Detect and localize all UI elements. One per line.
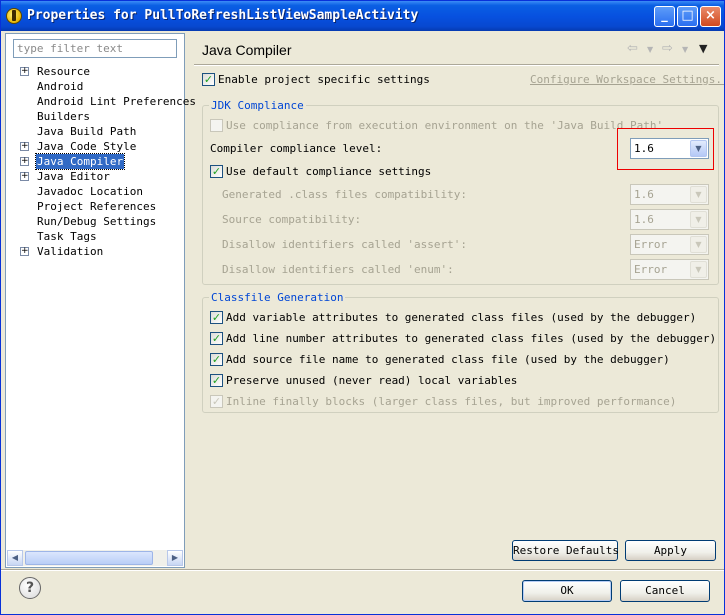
- generated-compat-label: Generated .class files compatibility:: [222, 188, 468, 201]
- properties-window: Properties for PullToRefreshListViewSamp…: [0, 0, 725, 615]
- classfile-option-label: Add source file name to generated class …: [226, 353, 670, 366]
- scroll-right-icon[interactable]: ▶: [167, 550, 183, 566]
- use-default-compliance-checkbox[interactable]: ✓: [210, 165, 223, 178]
- chevron-down-icon: ▼: [690, 236, 707, 253]
- sidebar-item-label: Validation: [37, 245, 104, 258]
- help-icon[interactable]: ?: [19, 577, 41, 599]
- use-default-compliance-label: Use default compliance settings: [226, 165, 432, 178]
- filter-input[interactable]: [13, 39, 177, 58]
- sidebar-item-label: Android: [37, 80, 84, 93]
- classfile-generation-title: Classfile Generation: [209, 291, 346, 304]
- back-arrow-icon[interactable]: ⇦: [627, 41, 638, 56]
- preferences-tree-panel: + Resource Android Android Lint Preferences…: [5, 33, 196, 568]
- expand-icon[interactable]: +: [20, 172, 29, 181]
- sidebar-item-label: Java Code Style: [37, 140, 137, 153]
- sidebar-item-label: Project References: [37, 200, 157, 213]
- forward-arrow-icon[interactable]: ⇨: [662, 41, 673, 56]
- page-title: Java Compiler: [202, 42, 292, 58]
- classfile-option-checkbox[interactable]: ✓: [210, 353, 223, 366]
- close-button[interactable]: ×: [700, 6, 721, 27]
- source-compat-select: 1.6 ▼: [630, 209, 709, 230]
- assert-select: Error ▼: [630, 234, 709, 255]
- sidebar-item-label: Android Lint Preferences: [37, 95, 196, 108]
- ok-button[interactable]: OK: [522, 580, 612, 602]
- expand-icon[interactable]: +: [20, 142, 29, 151]
- generated-compat-value: 1.6: [634, 188, 654, 201]
- classfile-option-checkbox[interactable]: ✓: [210, 332, 223, 345]
- classfile-option-checkbox[interactable]: ✓: [210, 311, 223, 324]
- enum-select: Error ▼: [630, 259, 709, 280]
- expand-icon[interactable]: +: [20, 247, 29, 256]
- classfile-option-label: Inline finally blocks (larger class file…: [226, 395, 677, 408]
- highlight-box: [617, 128, 714, 170]
- use-execution-env-checkbox: [210, 119, 223, 132]
- apply-button[interactable]: Apply: [625, 540, 716, 561]
- scrollbar-thumb[interactable]: [25, 551, 153, 565]
- assert-label: Disallow identifiers called 'assert':: [222, 238, 468, 251]
- horizontal-scrollbar[interactable]: ◀ ▶: [7, 550, 183, 566]
- maximize-button[interactable]: □: [677, 6, 698, 27]
- classfile-option-checkbox: ✓: [210, 395, 223, 408]
- eclipse-app-icon: [6, 8, 22, 24]
- classfile-option-label: Add line number attributes to generated …: [226, 332, 717, 345]
- assert-value: Error: [634, 238, 668, 251]
- chevron-down-icon: ▼: [690, 211, 707, 228]
- footer-separator: [1, 569, 724, 571]
- sidebar-item-label: Run/Debug Settings: [37, 215, 157, 228]
- sidebar-item-label: Java Editor: [37, 170, 110, 183]
- sidebar-item-label: Builders: [37, 110, 90, 123]
- sidebar-item-label: Java Build Path: [37, 125, 137, 138]
- classfile-option-label: Preserve unused (never read) local varia…: [226, 374, 518, 387]
- classfile-option-checkbox[interactable]: ✓: [210, 374, 223, 387]
- title-separator: [194, 64, 719, 66]
- compliance-level-label: Compiler compliance level:: [210, 142, 383, 155]
- window-title: Properties for PullToRefreshListViewSamp…: [27, 8, 419, 23]
- expand-icon[interactable]: +: [20, 67, 29, 76]
- enum-label: Disallow identifiers called 'enum':: [222, 263, 454, 276]
- title-bar[interactable]: Properties for PullToRefreshListViewSamp…: [1, 1, 724, 31]
- generated-compat-select: 1.6 ▼: [630, 184, 709, 205]
- sidebar-item-label: Java Compiler: [34, 153, 126, 170]
- source-compat-label: Source compatibility:: [222, 213, 362, 226]
- enable-project-specific-label: Enable project specific settings: [218, 73, 430, 86]
- back-dropdown-icon[interactable]: ▼: [647, 45, 653, 54]
- minimize-button[interactable]: _: [654, 6, 675, 27]
- enable-project-specific-checkbox[interactable]: ✓: [202, 73, 215, 86]
- sidebar-item-label: Resource: [37, 65, 90, 78]
- jdk-compliance-title: JDK Compliance: [209, 99, 306, 112]
- use-execution-env-label: Use compliance from execution environmen…: [226, 119, 664, 132]
- forward-dropdown-icon[interactable]: ▼: [682, 45, 688, 54]
- chevron-down-icon: ▼: [690, 261, 707, 278]
- cancel-button[interactable]: Cancel: [620, 580, 710, 602]
- scroll-left-icon[interactable]: ◀: [7, 550, 23, 566]
- classfile-option-label: Add variable attributes to generated cla…: [226, 311, 697, 324]
- sidebar-item-label: Javadoc Location: [37, 185, 143, 198]
- sidebar-item-label: Task Tags: [37, 230, 97, 243]
- chevron-down-icon: ▼: [690, 186, 707, 203]
- expand-icon[interactable]: +: [20, 157, 29, 166]
- source-compat-value: 1.6: [634, 213, 654, 226]
- restore-defaults-button[interactable]: Restore Defaults: [512, 540, 619, 561]
- view-menu-icon[interactable]: ▼: [699, 42, 707, 55]
- enum-value: Error: [634, 263, 668, 276]
- configure-workspace-link: Configure Workspace Settings...: [530, 73, 725, 86]
